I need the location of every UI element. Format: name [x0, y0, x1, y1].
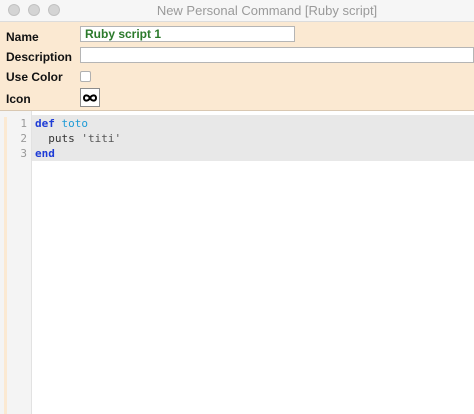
line-number: 3: [20, 147, 27, 160]
command-form: Name Description Use Color Icon: [0, 22, 474, 111]
infinity-icon: [82, 93, 98, 102]
code-editor[interactable]: 1 2 3 def toto puts 'titi' end: [0, 111, 474, 414]
string-token: 'titi': [81, 132, 122, 145]
use-color-label: Use Color: [6, 70, 63, 84]
icon-label: Icon: [6, 92, 31, 106]
keyword-token: def: [35, 117, 55, 130]
icon-picker-button[interactable]: [80, 88, 100, 107]
call-token: puts: [48, 132, 75, 145]
keyword-token: end: [35, 147, 55, 160]
minimize-window-button[interactable]: [28, 4, 40, 16]
line-number-gutter: 1 2 3: [0, 111, 32, 414]
name-input[interactable]: [80, 26, 295, 42]
description-input[interactable]: [80, 47, 474, 63]
code-line[interactable]: puts 'titi': [35, 132, 121, 145]
name-label: Name: [6, 30, 39, 44]
command-window: New Personal Command [Ruby script] Name …: [0, 0, 474, 414]
method-name-token: toto: [61, 117, 89, 130]
line-number: 1: [20, 117, 27, 130]
code-line[interactable]: def toto: [35, 117, 88, 130]
zoom-window-button[interactable]: [48, 4, 60, 16]
indent-token: [35, 132, 48, 145]
code-line[interactable]: end: [35, 147, 55, 160]
line-number: 2: [20, 132, 27, 145]
description-label: Description: [6, 50, 73, 64]
use-color-checkbox[interactable]: [80, 71, 91, 82]
window-title: New Personal Command [Ruby script]: [156, 3, 378, 18]
close-window-button[interactable]: [8, 4, 20, 16]
title-bar[interactable]: New Personal Command [Ruby script]: [0, 0, 474, 22]
gutter-marker: [4, 117, 7, 414]
